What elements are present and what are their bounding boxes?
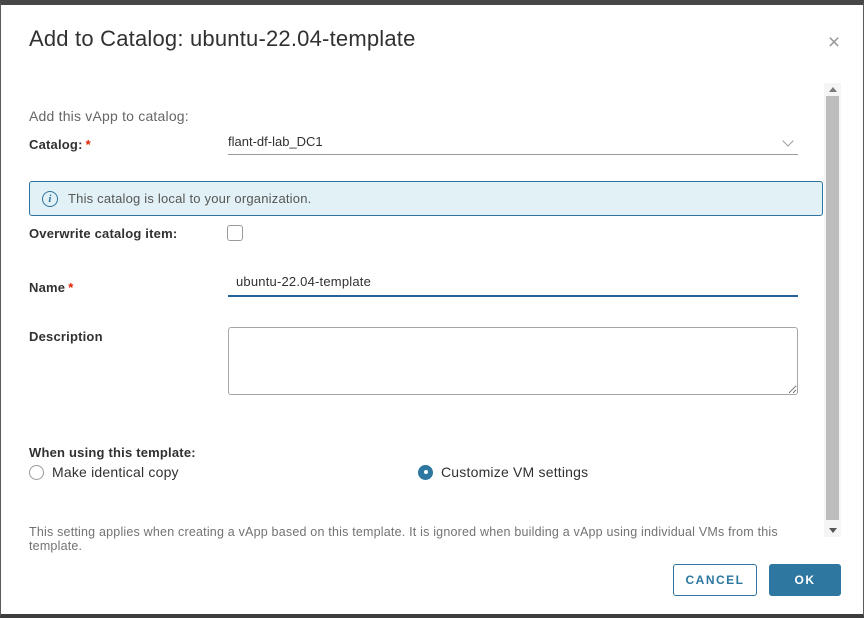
info-alert: i This catalog is local to your organiza… xyxy=(29,181,823,216)
info-alert-text: This catalog is local to your organizati… xyxy=(68,191,311,206)
ok-button[interactable]: OK xyxy=(769,564,841,596)
vertical-scrollbar[interactable] xyxy=(824,83,841,537)
cancel-button[interactable]: CANCEL xyxy=(673,564,757,596)
info-icon: i xyxy=(42,191,58,207)
template-usage-options: Make identical copy Customize VM setting… xyxy=(29,464,809,484)
name-input[interactable] xyxy=(228,271,798,297)
catalog-label: Catalog:* xyxy=(29,137,91,152)
radio-label: Customize VM settings xyxy=(441,464,588,480)
name-required-marker: * xyxy=(68,280,73,295)
catalog-select-value: flant-df-lab_DC1 xyxy=(228,134,323,149)
overwrite-label: Overwrite catalog item: xyxy=(29,226,177,241)
chevron-down-icon xyxy=(782,135,793,146)
scroll-down-icon[interactable] xyxy=(824,524,841,537)
description-label: Description xyxy=(29,329,103,344)
catalog-required-marker: * xyxy=(86,137,91,152)
description-textarea[interactable] xyxy=(228,327,798,395)
catalog-select[interactable]: flant-df-lab_DC1 xyxy=(228,131,798,155)
footer-note: This setting applies when creating a vAp… xyxy=(29,525,821,553)
template-usage-label: When using this template: xyxy=(29,445,196,460)
name-label: Name* xyxy=(29,280,73,295)
intro-text: Add this vApp to catalog: xyxy=(29,108,189,124)
scroll-up-icon[interactable] xyxy=(824,83,841,96)
catalog-label-text: Catalog: xyxy=(29,137,83,152)
name-label-text: Name xyxy=(29,280,65,295)
radio-label: Make identical copy xyxy=(52,464,179,480)
radio-make-identical-copy[interactable]: Make identical copy xyxy=(29,464,179,480)
radio-selected-icon[interactable] xyxy=(418,465,433,480)
radio-customize-vm-settings[interactable]: Customize VM settings xyxy=(418,464,588,480)
scrollbar-thumb[interactable] xyxy=(826,96,839,520)
dialog-window: Add to Catalog: ubuntu-22.04-template × … xyxy=(0,0,864,618)
radio-unselected-icon[interactable] xyxy=(29,465,44,480)
close-icon[interactable]: × xyxy=(823,33,845,55)
dialog-title: Add to Catalog: ubuntu-22.04-template xyxy=(29,26,416,52)
overwrite-checkbox[interactable] xyxy=(227,225,243,241)
